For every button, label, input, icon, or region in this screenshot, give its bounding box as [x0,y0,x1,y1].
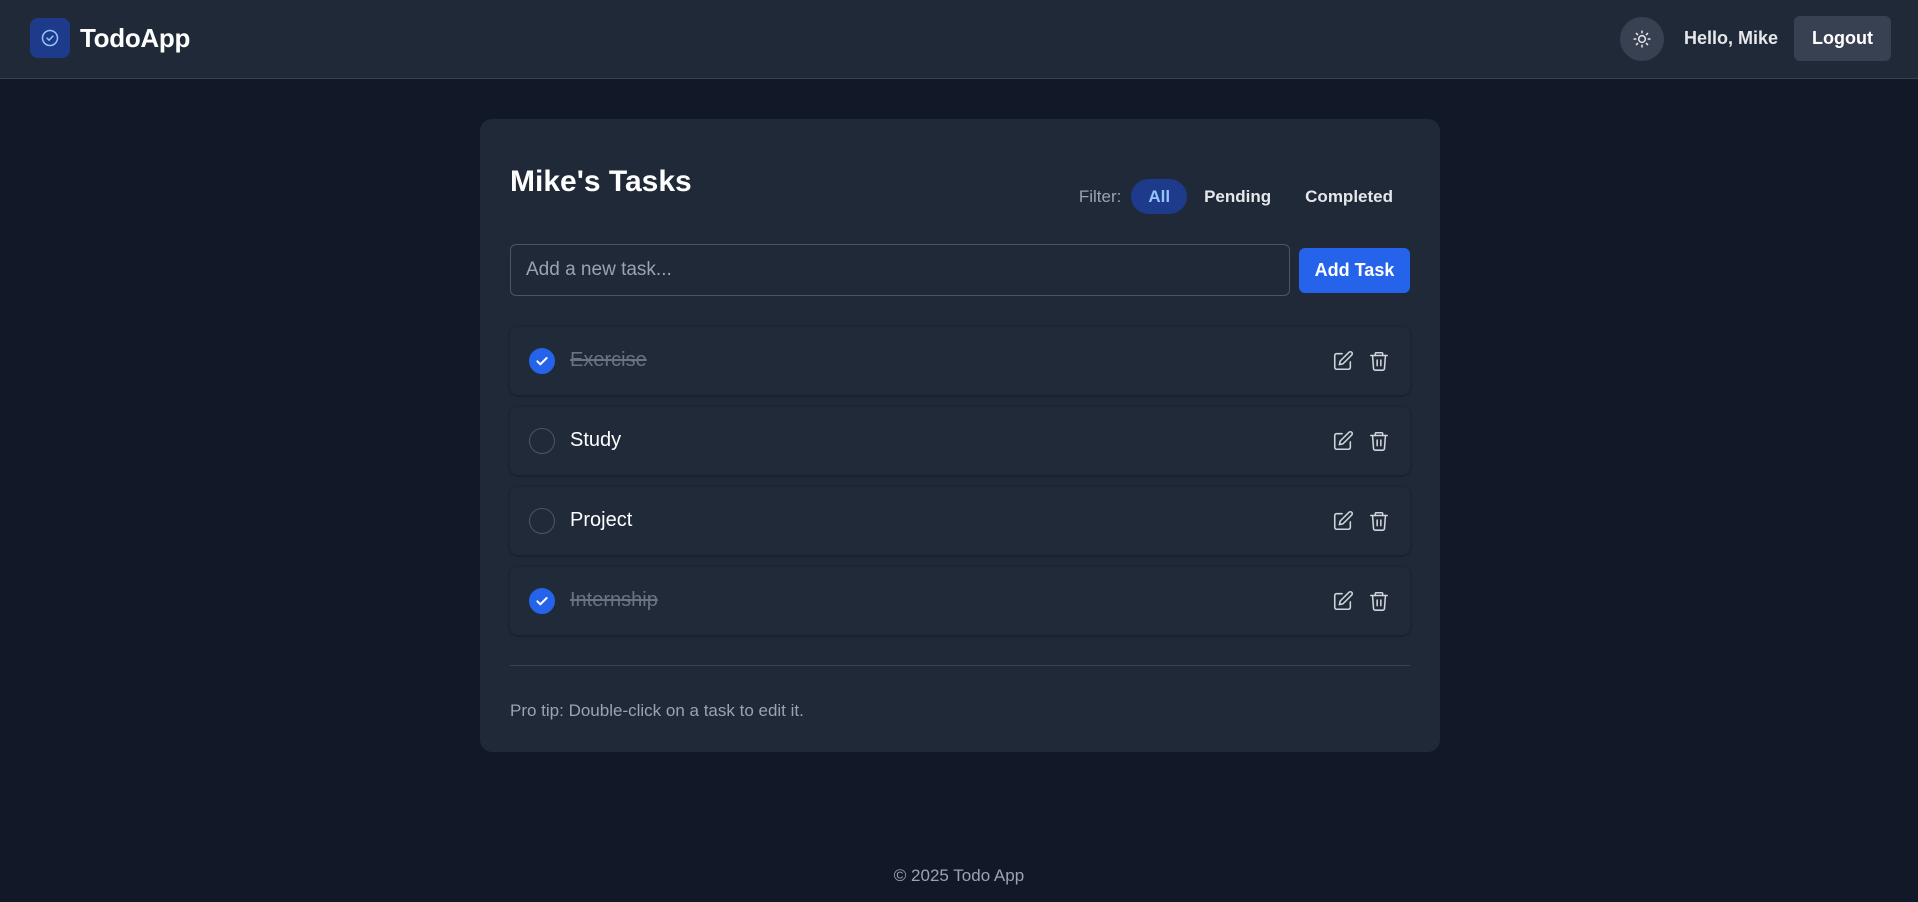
filter-pending-button[interactable]: Pending [1187,179,1288,214]
app-name: TodoApp [80,22,191,53]
task-list: Exercise Study Project Internship [510,327,1410,647]
delete-task-button[interactable] [1367,589,1391,613]
edit-icon [1333,351,1353,371]
task-checkbox[interactable] [529,428,555,454]
pro-tip: Pro tip: Double-click on a task to edit … [510,701,804,720]
top-navbar: TodoApp Hello, Mike Logout [0,0,1918,79]
sun-icon [1633,30,1651,48]
filter-bar: Filter: All Pending Completed [1079,179,1410,214]
task-item[interactable]: Internship [510,567,1410,635]
delete-task-button[interactable] [1367,349,1391,373]
edit-task-button[interactable] [1331,429,1355,453]
add-task-button[interactable]: Add Task [1299,248,1410,293]
task-checkbox[interactable] [529,588,555,614]
trash-icon [1369,511,1389,531]
task-text[interactable]: Study [570,429,621,452]
page-title: Mike's Tasks [510,165,692,198]
filter-label: Filter: [1078,186,1122,206]
edit-task-button[interactable] [1331,509,1355,533]
checkmark-icon [536,597,548,606]
task-item[interactable]: Study [510,407,1410,475]
tasks-card: Mike's Tasks Filter: All Pending Complet… [480,119,1440,752]
task-item[interactable]: Exercise [510,327,1410,395]
task-checkbox[interactable] [529,508,555,534]
user-greeting: Hello, Mike [1684,28,1779,48]
filter-all-button[interactable]: All [1131,179,1188,214]
task-text[interactable]: Exercise [570,349,647,372]
theme-toggle-button[interactable] [1620,17,1664,61]
task-text[interactable]: Project [570,509,632,532]
edit-icon [1333,591,1353,611]
task-item[interactable]: Project [510,487,1410,555]
filter-completed-button[interactable]: Completed [1288,179,1410,214]
task-text[interactable]: Internship [570,589,658,612]
edit-task-button[interactable] [1331,349,1355,373]
checkmark-icon [536,357,548,366]
card-divider [510,665,1410,666]
trash-icon [1369,431,1389,451]
check-circle-icon [30,18,70,58]
new-task-input[interactable] [510,244,1290,296]
edit-task-button[interactable] [1331,589,1355,613]
trash-icon [1369,351,1389,371]
delete-task-button[interactable] [1367,509,1391,533]
logout-button[interactable]: Logout [1794,16,1891,61]
delete-task-button[interactable] [1367,429,1391,453]
task-checkbox[interactable] [529,348,555,374]
edit-icon [1333,511,1353,531]
edit-icon [1333,431,1353,451]
trash-icon [1369,591,1389,611]
page-footer: © 2025 Todo App [893,866,1025,885]
brand[interactable]: TodoApp [30,18,190,58]
